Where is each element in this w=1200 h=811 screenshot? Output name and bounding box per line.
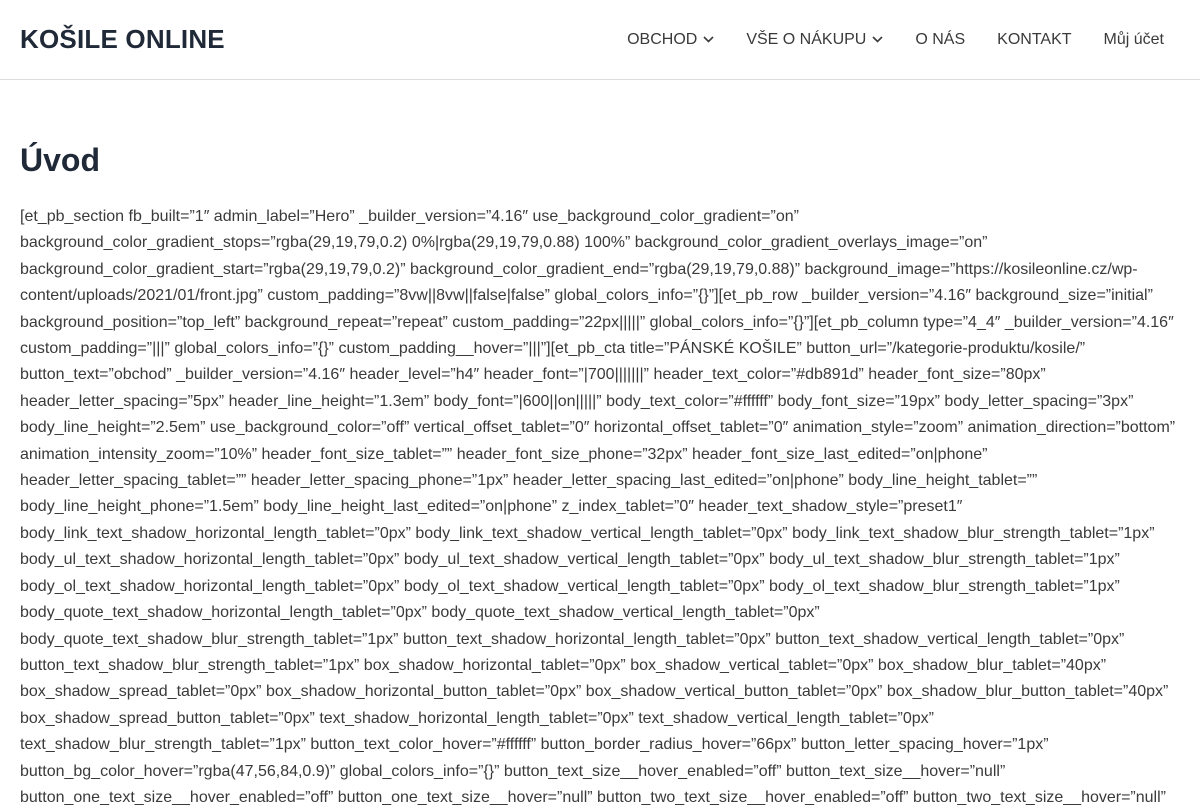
- chevron-down-icon[interactable]: [872, 36, 883, 43]
- nav-item-kontakt[interactable]: KONTAKT: [981, 0, 1087, 79]
- page-body-text: [et_pb_section fb_built=”1″ admin_label=…: [20, 208, 1176, 806]
- nav-item-label: OBCHOD: [627, 30, 698, 48]
- nav-item-label: Můj účet: [1103, 30, 1164, 48]
- nav-item-o-nas[interactable]: O NÁS: [899, 0, 981, 79]
- nav-item-label: O NÁS: [915, 30, 966, 48]
- nav-item-muj-ucet[interactable]: Můj účet: [1088, 0, 1180, 79]
- nav-item-label: VŠE O NÁKUPU: [746, 30, 867, 48]
- site-title-link[interactable]: KOŠILE ONLINE: [20, 24, 225, 55]
- site-header: KOŠILE ONLINE OBCHOD VŠE O NÁKUPU O NÁS …: [0, 0, 1200, 80]
- nav-item-vse-o-nakupu[interactable]: VŠE O NÁKUPU: [730, 0, 899, 79]
- chevron-down-icon[interactable]: [703, 36, 714, 43]
- main-nav: OBCHOD VŠE O NÁKUPU O NÁS KONTAKT Můj úč…: [611, 0, 1180, 79]
- nav-item-obchod[interactable]: OBCHOD: [611, 0, 730, 79]
- nav-item-label: KONTAKT: [997, 30, 1072, 48]
- main-content: Úvod [et_pb_section fb_built=”1″ admin_l…: [0, 142, 1200, 811]
- page-title: Úvod: [20, 142, 100, 178]
